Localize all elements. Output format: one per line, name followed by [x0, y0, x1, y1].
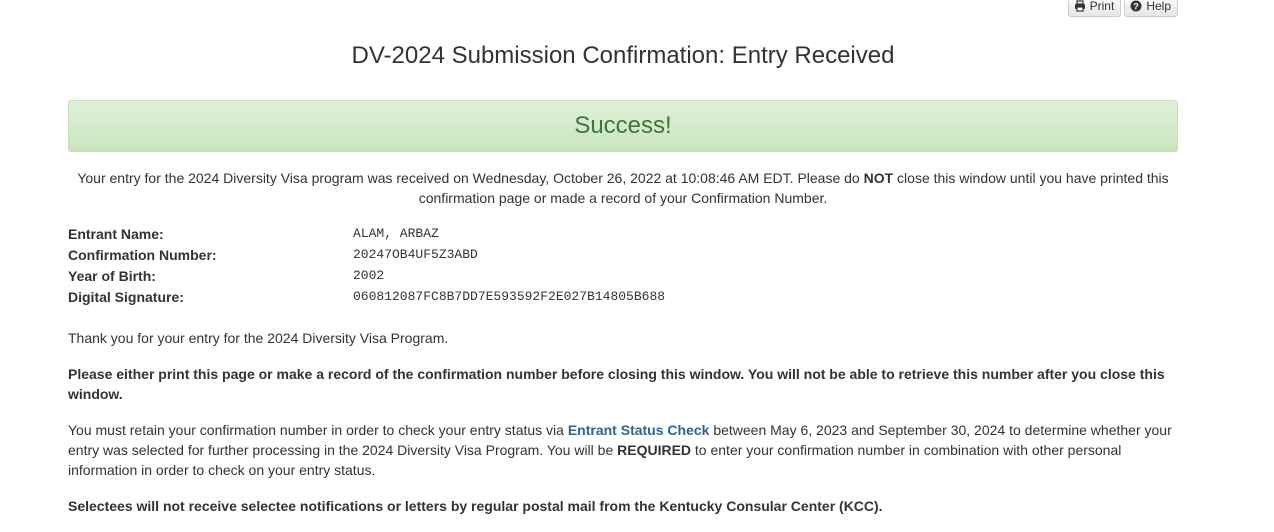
- digital-signature-row: Digital Signature: 060812087FC8B7DD7E593…: [68, 287, 1178, 308]
- year-of-birth-row: Year of Birth: 2002: [68, 266, 1178, 287]
- year-of-birth-label: Year of Birth:: [68, 268, 156, 284]
- digital-signature-label: Digital Signature:: [68, 289, 184, 305]
- entry-details: Entrant Name: ALAM, ARBAZ Confirmation N…: [68, 224, 1178, 308]
- confirmation-number-value: 20247OB4UF5Z3ABD: [353, 247, 478, 262]
- entrant-name-label: Entrant Name:: [68, 226, 164, 242]
- help-button-label: Help: [1146, 0, 1171, 13]
- entrant-name-row: Entrant Name: ALAM, ARBAZ: [68, 224, 1178, 245]
- entrant-status-check-link[interactable]: Entrant Status Check: [568, 422, 710, 438]
- year-of-birth-value: 2002: [353, 268, 385, 283]
- thank-you-text: Thank you for your entry for the 2024 Di…: [68, 330, 449, 346]
- received-message-text: Your entry for the 2024 Diversity Visa p…: [77, 170, 864, 186]
- received-message: Your entry for the 2024 Diversity Visa p…: [68, 168, 1178, 208]
- not-emphasis: NOT: [863, 170, 894, 186]
- selectees-notice-text: Selectees will not receive selectee noti…: [68, 498, 883, 514]
- entrant-name-value: ALAM, ARBAZ: [353, 226, 439, 241]
- print-warning-text: Please either print this page or make a …: [68, 366, 1165, 402]
- retain-confirmation-text: You must retain your confirmation number…: [68, 420, 1178, 480]
- print-button[interactable]: Print: [1067, 0, 1122, 17]
- required-emphasis: REQUIRED: [617, 442, 692, 458]
- print-icon: [1074, 0, 1086, 12]
- page-title: DV-2024 Submission Confirmation: Entry R…: [351, 42, 895, 69]
- success-alert-text: Success!: [574, 112, 672, 139]
- success-alert: Success!: [68, 100, 1178, 152]
- digital-signature-value: 060812087FC8B7DD7E593592F2E027B14805B688: [353, 289, 666, 304]
- retain-text-part1: You must retain your confirmation number…: [68, 422, 568, 438]
- help-button[interactable]: ? Help: [1124, 0, 1178, 17]
- svg-text:?: ?: [1134, 2, 1140, 12]
- question-circle-icon: ?: [1130, 0, 1142, 12]
- confirmation-number-label: Confirmation Number:: [68, 247, 217, 263]
- print-button-label: Print: [1089, 0, 1115, 13]
- toolbar: Print ? Help: [1067, 0, 1178, 17]
- confirmation-number-row: Confirmation Number: 20247OB4UF5Z3ABD: [68, 245, 1178, 266]
